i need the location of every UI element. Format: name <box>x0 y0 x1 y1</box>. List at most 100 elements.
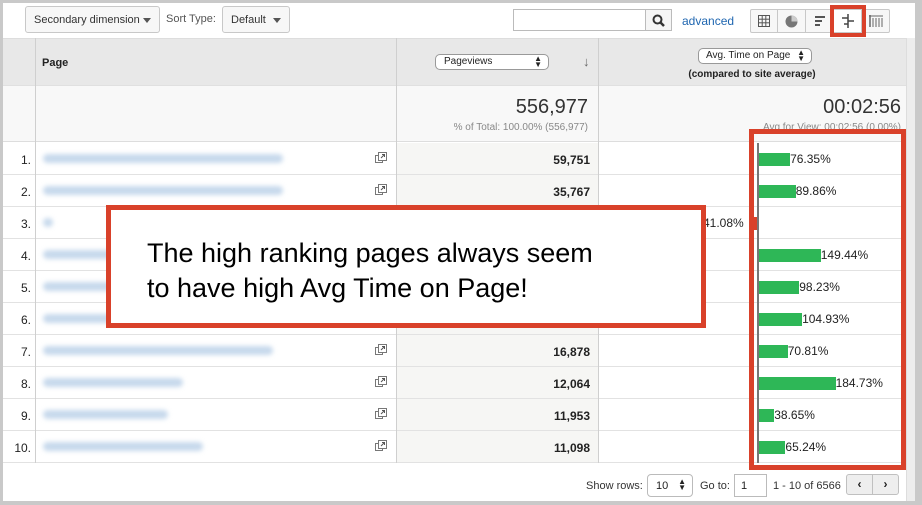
annotation-callout: The high ranking pages always seem to ha… <box>106 205 706 328</box>
pageviews-cell: 12,064 <box>396 367 598 398</box>
open-external-icon[interactable] <box>375 440 387 452</box>
show-rows-label: Show rows: <box>586 480 643 492</box>
comparison-bar-positive <box>758 249 821 262</box>
updown-icon: ▲ ▼ <box>678 477 686 492</box>
page-link-redacted[interactable] <box>43 154 283 163</box>
metric1-label: Pageviews <box>444 56 493 67</box>
pageviews-cell: 59,751 <box>396 143 598 174</box>
next-page-button[interactable]: › <box>873 475 898 494</box>
advanced-filter-link[interactable]: advanced <box>682 14 734 28</box>
comparison-bar-positive <box>758 281 800 294</box>
show-rows-select[interactable]: 10 ▲ ▼ <box>647 474 693 497</box>
open-external-icon[interactable] <box>375 152 387 164</box>
page-link-redacted[interactable] <box>43 378 183 387</box>
sort-descending-icon[interactable]: ↓ <box>583 54 590 69</box>
pageviews-value: 11,953 <box>553 409 590 423</box>
pie-icon <box>785 15 798 27</box>
page-link-redacted[interactable] <box>43 186 283 195</box>
metric1-select[interactable]: Pageviews ▲ ▼ <box>435 54 549 70</box>
pageviews-total: 556,977 <box>515 96 588 118</box>
annotation-line-1: The high ranking pages always seem <box>147 238 593 268</box>
row-index: 7. <box>20 345 31 359</box>
page-column-header[interactable]: Page <box>42 57 68 69</box>
table-row: 10. 11,098 65.24% <box>3 431 906 463</box>
chevron-down-icon <box>273 18 281 23</box>
pageviews-total-sub: % of Total: 100.00% (556,977) <box>453 122 588 133</box>
row-index: 4. <box>20 249 31 263</box>
report-toolbar: Secondary dimension Sort Type: Default a… <box>3 3 915 38</box>
pageviews-cell: 11,953 <box>396 399 598 430</box>
pageviews-value: 35,767 <box>553 185 590 199</box>
search-icon <box>652 14 665 27</box>
metric2-select[interactable]: Avg. Time on Page ▲ ▼ <box>698 48 812 64</box>
comparison-baseline <box>757 143 759 463</box>
avg-time-total-sub: Avg for View: 00:02:56 (0.00%) <box>762 122 901 133</box>
updown-icon: ▲ ▼ <box>797 48 805 63</box>
column-divider <box>35 38 36 463</box>
pageviews-value: 12,064 <box>553 377 590 391</box>
previous-page-button[interactable]: ‹ <box>847 475 873 494</box>
data-table-view-button[interactable] <box>750 9 778 33</box>
pivot-view-button[interactable] <box>862 9 890 33</box>
comparison-percent: 70.81% <box>787 344 829 358</box>
row-index: 10. <box>14 441 31 455</box>
table-row: 2. 35,767 89.86% <box>3 175 906 207</box>
comparison-percent: 41.08% <box>703 216 744 230</box>
row-index: 5. <box>20 281 31 295</box>
page-link-redacted[interactable] <box>43 218 53 227</box>
percentage-view-button[interactable] <box>778 9 806 33</box>
secondary-dimension-label: Secondary dimension <box>34 14 140 26</box>
comparison-icon <box>841 14 854 28</box>
table-search-input[interactable] <box>513 9 646 31</box>
annotation-text: The high ranking pages always seem to ha… <box>147 236 593 306</box>
vertical-scrollbar[interactable] <box>906 38 915 501</box>
search-button[interactable] <box>646 9 672 31</box>
metric2-label: Avg. Time on Page <box>706 50 791 61</box>
open-external-icon[interactable] <box>375 408 387 420</box>
comparison-percent: 104.93% <box>802 312 850 326</box>
table-header: Page Pageviews ▲ ▼ ↓ Avg. Time on Page ▲ ▼… <box>3 38 906 85</box>
comparison-bar-positive <box>758 409 775 422</box>
goto-page-input[interactable]: 1 <box>734 474 767 497</box>
pivot-icon <box>868 15 883 27</box>
table-row: 8. 12,064 184.73% <box>3 367 906 399</box>
pageviews-value: 16,878 <box>553 345 590 359</box>
show-rows-value: 10 <box>656 480 669 492</box>
comparison-percent: 65.24% <box>785 440 827 454</box>
page-link-redacted[interactable] <box>43 410 168 419</box>
goto-label: Go to: <box>700 480 730 492</box>
table-pagination: Show rows: 10 ▲ ▼ Go to: 1 1 - 10 of 6566… <box>3 469 906 501</box>
comparison-bar-positive <box>758 153 791 166</box>
open-external-icon[interactable] <box>375 376 387 388</box>
pageviews-cell: 11,098 <box>396 431 598 462</box>
pageviews-value: 11,098 <box>553 441 590 455</box>
sort-type-dropdown[interactable]: Default <box>222 6 290 33</box>
table-row: 1. 59,751 76.35% <box>3 143 906 175</box>
pager: ‹ › <box>846 474 899 495</box>
comparison-percent: 76.35% <box>790 152 831 166</box>
comparison-bar-positive <box>758 377 836 390</box>
comparison-view-button[interactable] <box>830 5 866 37</box>
metric2-subtitle: (compared to site average) <box>688 69 816 80</box>
secondary-dimension-dropdown[interactable]: Secondary dimension <box>25 6 160 33</box>
comparison-bar-positive <box>758 441 786 454</box>
row-index: 9. <box>20 409 31 423</box>
open-external-icon[interactable] <box>375 184 387 196</box>
row-index: 8. <box>20 377 31 391</box>
comparison-percent: 38.65% <box>774 408 815 422</box>
comparison-bar-positive <box>758 345 788 358</box>
pageviews-cell: 16,878 <box>396 335 598 366</box>
pageviews-value: 59,751 <box>553 153 590 167</box>
comparison-percent: 98.23% <box>799 280 840 294</box>
page-link-redacted[interactable] <box>43 346 273 355</box>
sort-type-label: Sort Type: <box>166 13 216 25</box>
performance-view-button[interactable] <box>806 9 834 33</box>
row-index: 3. <box>20 217 31 231</box>
table-row: 7. 16,878 70.81% <box>3 335 906 367</box>
grid-icon <box>758 15 770 27</box>
open-external-icon[interactable] <box>375 344 387 356</box>
page-link-redacted[interactable] <box>43 442 203 451</box>
pageviews-cell: 35,767 <box>396 175 598 206</box>
comparison-percent: 89.86% <box>795 184 837 198</box>
totals-row: 556,977 % of Total: 100.00% (556,977) 00… <box>3 85 906 142</box>
